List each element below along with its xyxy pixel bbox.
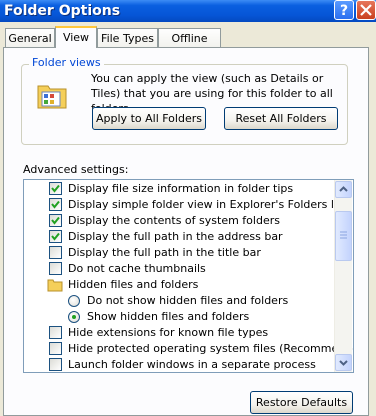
checkbox[interactable] — [49, 182, 62, 195]
title-bar[interactable]: Folder Options ? — [0, 0, 376, 22]
list-item[interactable]: Do not show hidden files and folders — [24, 293, 336, 309]
reset-all-folders-button[interactable]: Reset All Folders — [224, 107, 338, 130]
tab-view[interactable]: View — [55, 26, 97, 48]
checkbox[interactable] — [49, 246, 62, 259]
list-item-label: Display file size information in folder … — [68, 182, 294, 195]
list-item-label: Launch folder windows in a separate proc… — [68, 358, 316, 371]
list-item[interactable]: Do not cache thumbnails — [24, 261, 336, 277]
list-item-label: Hide extensions for known file types — [68, 326, 269, 339]
check-icon — [51, 216, 60, 225]
close-icon — [360, 4, 372, 16]
list-item[interactable]: Launch folder windows in a separate proc… — [24, 357, 336, 372]
folder-views-label: Folder views — [29, 56, 104, 70]
list-item-label: Display the contents of system folders — [68, 214, 280, 227]
folder-view-icon — [37, 85, 67, 109]
list-item-label: Do not show hidden files and folders — [87, 294, 289, 307]
list-item[interactable]: Display the full path in the address bar — [24, 229, 336, 245]
checkbox[interactable] — [49, 326, 62, 339]
advanced-settings-list[interactable]: Display file size information in folder … — [23, 179, 354, 373]
list-item-label: Display simple folder view in Explorer's… — [68, 198, 348, 211]
list-item[interactable]: Hide protected operating system files (R… — [24, 341, 353, 357]
folder-icon — [47, 279, 63, 292]
check-icon — [51, 232, 60, 241]
checkbox[interactable] — [49, 262, 62, 275]
advanced-settings-label: Advanced settings: — [23, 163, 129, 176]
list-item[interactable]: Hidden files and folders — [24, 277, 336, 293]
grip-icon — [340, 231, 347, 239]
list-item[interactable]: Display the full path in the title bar — [24, 245, 336, 261]
checkbox[interactable] — [49, 342, 62, 355]
list-item[interactable]: Display file size information in folder … — [24, 181, 336, 197]
restore-defaults-button[interactable]: Restore Defaults — [250, 391, 353, 414]
list-item[interactable]: Show hidden files and folders — [24, 309, 336, 325]
checkbox[interactable] — [49, 358, 62, 371]
help-button[interactable]: ? — [334, 0, 354, 20]
checkbox[interactable] — [49, 214, 62, 227]
tab-offline-files[interactable]: Offline Files — [158, 28, 221, 64]
radio-button[interactable] — [68, 295, 80, 307]
list-item-label: Hide protected operating system files (R… — [68, 342, 354, 355]
tab-file-types[interactable]: File Types — [97, 28, 158, 47]
close-button[interactable] — [356, 0, 376, 20]
checkbox[interactable] — [49, 198, 62, 211]
chevron-up-icon — [339, 186, 348, 192]
list-item-label: Hidden files and folders — [68, 278, 199, 291]
radio-selected-dot — [72, 315, 76, 319]
tab-general[interactable]: General — [5, 28, 55, 47]
vertical-scrollbar[interactable] — [334, 180, 352, 372]
list-item-label: Display the full path in the address bar — [68, 230, 283, 243]
chevron-down-icon — [339, 360, 348, 366]
list-item[interactable]: Display simple folder view in Explorer's… — [24, 197, 347, 213]
window-title: Folder Options — [4, 3, 121, 19]
radio-button[interactable] — [68, 311, 80, 323]
list-item-label: Display the full path in the title bar — [68, 246, 261, 259]
check-icon — [51, 200, 60, 209]
list-item-label: Show hidden files and folders — [87, 310, 250, 323]
apply-to-all-folders-button[interactable]: Apply to All Folders — [92, 107, 206, 130]
scroll-down-button[interactable] — [335, 354, 352, 371]
scroll-up-button[interactable] — [335, 181, 352, 198]
list-item-label: Do not cache thumbnails — [68, 262, 206, 275]
list-item[interactable]: Display the contents of system folders — [24, 213, 336, 229]
checkbox[interactable] — [49, 230, 62, 243]
list-item[interactable]: Hide extensions for known file types — [24, 325, 336, 341]
check-icon — [51, 184, 60, 193]
scroll-thumb[interactable] — [335, 211, 352, 261]
